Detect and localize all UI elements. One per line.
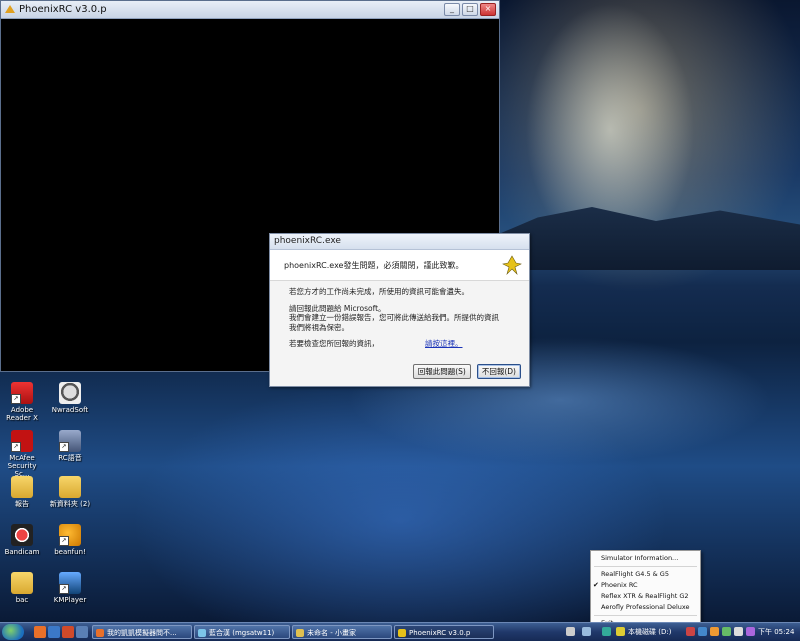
- desktop-icon-label: RC語音: [58, 454, 82, 462]
- dont-send-button[interactable]: 不回報(D): [476, 364, 521, 379]
- taskbar-button-browser[interactable]: 我的凱凱模擬器問不...: [92, 625, 192, 639]
- clock[interactable]: 下午 05:24: [758, 625, 794, 639]
- task-label: 未命名 - 小畫家: [307, 629, 356, 637]
- window-title: PhoenixRC v3.0.p: [19, 4, 107, 15]
- beanfun-icon: ↗: [59, 524, 81, 546]
- media-icon[interactable]: [62, 626, 74, 638]
- dialog-body: 若您方才的工作尚未完成，所使用的資訊可能會遺失。 請回報此問題給 Microso…: [270, 281, 529, 349]
- language-icon[interactable]: [582, 627, 591, 636]
- dialog-headline: phoenixRC.exe發生問題，必須關閉，謹此致歉。: [284, 261, 464, 270]
- chat-icon: [198, 629, 206, 637]
- firefox-icon[interactable]: [34, 626, 46, 638]
- dialog-buttons: 回報此問題(S) 不回報(D): [412, 364, 521, 379]
- desktop-icon-bac-folder[interactable]: bac: [0, 572, 44, 604]
- phoenix-app-icon: [502, 255, 522, 275]
- dialog-line-4: 我們將視為保密。: [289, 322, 349, 332]
- dialog-line-1: 若您方才的工作尚未完成，所使用的資訊可能會遺失。: [289, 287, 469, 296]
- tray-icon[interactable]: [710, 627, 719, 636]
- app-icon: [5, 4, 15, 13]
- maximize-icon[interactable]: □: [462, 3, 478, 16]
- antivirus-icon[interactable]: [686, 627, 695, 636]
- taskbar-button-paint[interactable]: 未命名 - 小畫家: [292, 625, 392, 639]
- desktop-icon-label: Bandicam: [4, 548, 40, 556]
- window-controls: _ □ ×: [444, 3, 496, 16]
- desktop-icon-kmplayer[interactable]: ↗ KMPlayer: [48, 572, 92, 604]
- checkmark-icon: ✔: [593, 581, 599, 589]
- volume-icon[interactable]: [734, 627, 743, 636]
- task-label: PhoenixRC v3.0.p: [409, 629, 471, 637]
- mcafee-icon: ↗: [11, 430, 33, 452]
- taskbar-button-chat[interactable]: 藍合漢 (mgsatw11): [194, 625, 290, 639]
- dialog-line-2: 請回報此問題給 Microsoft。: [289, 303, 386, 313]
- desktop-icon-label: NwradSoft: [51, 406, 89, 414]
- menu-item-label: Phoenix RC: [601, 581, 638, 589]
- tray-icon[interactable]: [722, 627, 731, 636]
- dialog-title: phoenixRC.exe: [270, 234, 529, 250]
- desktop-icon-adobe-reader[interactable]: ↗ Adobe Reader X: [0, 382, 44, 422]
- adobe-reader-icon: ↗: [11, 382, 33, 404]
- network-icon[interactable]: [698, 627, 707, 636]
- window-titlebar[interactable]: PhoenixRC v3.0.p _ □ ×: [1, 1, 499, 19]
- desktop-icon-new-folder-2[interactable]: 新資料夾 (2): [48, 476, 92, 508]
- desktop-icon-report-folder[interactable]: 報告: [0, 476, 44, 508]
- folder-icon: [11, 572, 33, 594]
- menu-separator: [594, 566, 697, 567]
- desktop-icon-mcafee[interactable]: ↗ McAfee Security Sc...: [0, 430, 44, 478]
- folder-icon: [59, 476, 81, 498]
- dialog-header: phoenixRC.exe發生問題，必須關閉，謹此致歉。: [270, 250, 529, 281]
- drive-label[interactable]: 本機磁碟 (D:): [628, 625, 671, 639]
- close-icon[interactable]: ×: [480, 3, 496, 16]
- desktop-icon-label: 報告: [15, 500, 29, 508]
- desktop-icon-label: McAfee Security Sc...: [7, 454, 37, 478]
- taskbar-button-phoenixrc[interactable]: PhoenixRC v3.0.p: [394, 625, 494, 639]
- menu-item-aerofly[interactable]: Aerofly Professional Deluxe: [591, 602, 700, 613]
- taskbar: 我的凱凱模擬器問不... 藍合漢 (mgsatw11) 未命名 - 小畫家 Ph…: [0, 622, 800, 641]
- simulator-context-menu: Simulator Information... RealFlight G4.5…: [590, 550, 701, 626]
- menu-item-phoenix-rc[interactable]: ✔ Phoenix RC: [591, 580, 700, 591]
- nwradsoft-icon: [59, 382, 81, 404]
- phoenix-app-icon: [398, 629, 406, 637]
- desktop-icon-nwradsoft[interactable]: NwradSoft: [48, 382, 92, 414]
- bandicam-icon: [11, 524, 33, 546]
- desktop-icon-rc-voice[interactable]: ↗ RC語音: [48, 430, 92, 462]
- minimize-icon[interactable]: _: [444, 3, 460, 16]
- send-report-button[interactable]: 回報此問題(S): [412, 364, 471, 379]
- rc-voice-icon: ↗: [59, 430, 81, 452]
- kmplayer-icon: ↗: [59, 572, 81, 594]
- dialog-line-3: 我們會建立一份錯誤報告，您可將此傳送給我們。所提供的資訊: [289, 313, 499, 322]
- details-link[interactable]: 請按這裡。: [425, 339, 463, 349]
- task-label: 我的凱凱模擬器問不...: [107, 629, 177, 637]
- menu-item-simulator-information[interactable]: Simulator Information...: [591, 553, 700, 564]
- show-desktop-icon[interactable]: [76, 626, 88, 638]
- menu-item-reflex-xtr[interactable]: Reflex XTR & RealFlight G2: [591, 591, 700, 602]
- tray-icon[interactable]: [746, 627, 755, 636]
- start-button[interactable]: [2, 624, 24, 640]
- menu-separator: [594, 615, 697, 616]
- task-label: 藍合漢 (mgsatw11): [209, 629, 275, 637]
- error-dialog[interactable]: phoenixRC.exe phoenixRC.exe發生問題，必須關閉，謹此致…: [269, 233, 530, 387]
- tray-icon[interactable]: [602, 627, 611, 636]
- help-icon[interactable]: [566, 627, 575, 636]
- desktop-icon-label: beanfun!: [54, 548, 86, 556]
- desktop-icon-label: bac: [15, 596, 29, 604]
- dialog-line-5: 若要檢查您所回報的資訊，: [289, 339, 379, 348]
- paint-icon: [296, 629, 304, 637]
- desktop-icon-bandicam[interactable]: Bandicam: [0, 524, 44, 556]
- folder-icon: [11, 476, 33, 498]
- ie-icon[interactable]: [48, 626, 60, 638]
- menu-item-realflight-g45[interactable]: RealFlight G4.5 & G5: [591, 569, 700, 580]
- tray-icon[interactable]: [616, 627, 625, 636]
- desktop-icon-label: KMPlayer: [53, 596, 87, 604]
- desktop-icon-label: 新資料夾 (2): [49, 500, 91, 508]
- desktop-icon-beanfun[interactable]: ↗ beanfun!: [48, 524, 92, 556]
- desktop-icon-label: Adobe Reader X: [6, 406, 38, 422]
- firefox-icon: [96, 629, 104, 637]
